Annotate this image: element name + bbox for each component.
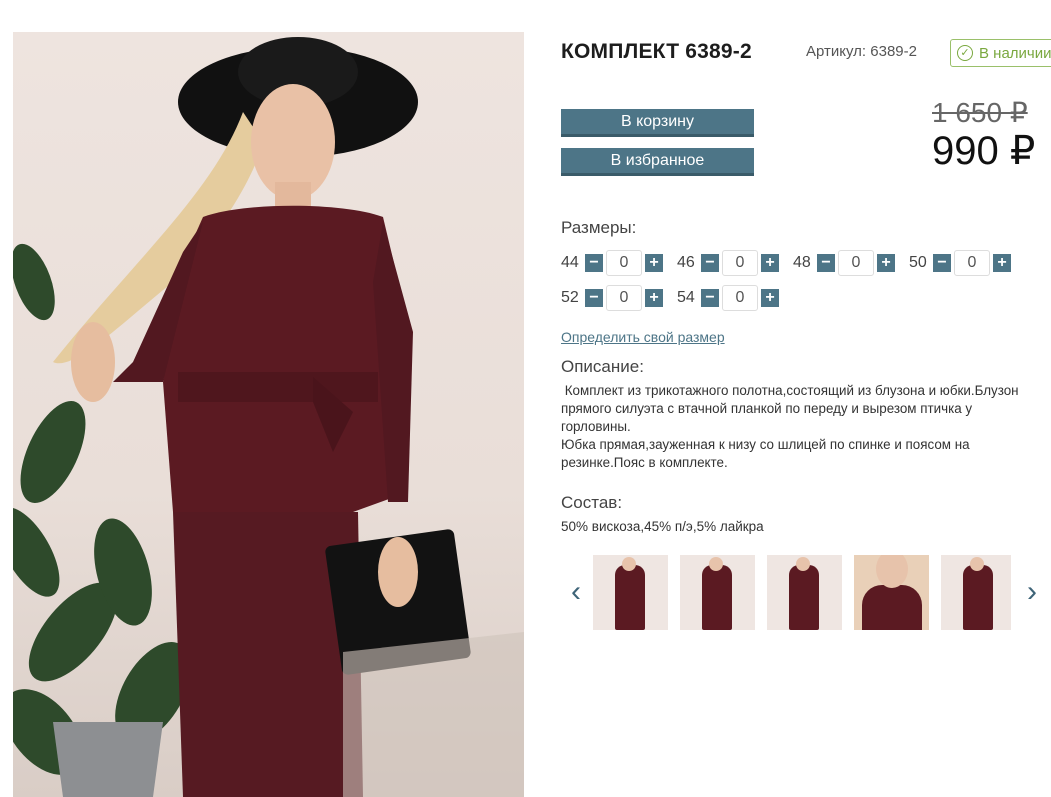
plus-icon[interactable]: + [761,254,779,272]
add-to-favorites-button[interactable]: В избранное [561,148,754,176]
product-title: КОМПЛЕКТ 6389-2 [561,40,752,63]
quantity-input-50[interactable] [954,250,990,276]
plus-icon[interactable]: + [877,254,895,272]
size-item-54: 54 − + [677,285,779,311]
minus-icon[interactable]: − [701,289,719,307]
chevron-left-icon[interactable]: ‹ [566,577,586,607]
composition-text: 50% вискоза,45% п/э,5% лайкра [561,519,764,534]
plus-icon[interactable]: + [645,289,663,307]
thumbnail-4[interactable] [854,555,929,630]
minus-icon[interactable]: − [817,254,835,272]
quantity-input-44[interactable] [606,250,642,276]
article-number: Артикул: 6389-2 [806,43,917,60]
minus-icon[interactable]: − [933,254,951,272]
thumbnail-gallery [593,555,1011,630]
thumbnail-1[interactable] [593,555,668,630]
check-circle-icon: ✓ [957,45,973,61]
plus-icon[interactable]: + [761,289,779,307]
size-value: 52 [561,289,579,306]
size-value: 46 [677,254,695,271]
size-row-1: 44 − + 46 − + 48 − + 50 − + [561,249,1025,277]
old-price: 1 650 ₽ [932,97,1028,128]
composition-label: Состав: [561,493,623,512]
minus-icon[interactable]: − [585,289,603,307]
main-product-photo[interactable] [13,32,524,797]
size-value: 44 [561,254,579,271]
description-text: Комплект из трикотажного полотна,состоящ… [561,383,1019,470]
plus-icon[interactable]: + [993,254,1011,272]
size-value: 50 [909,254,927,271]
quantity-input-54[interactable] [722,285,758,311]
thumbnail-5[interactable] [941,555,1011,630]
size-value: 54 [677,289,695,306]
quantity-input-48[interactable] [838,250,874,276]
quantity-input-46[interactable] [722,250,758,276]
stock-badge: ✓ В наличии [950,39,1051,67]
size-item-52: 52 − + [561,285,663,311]
find-size-link[interactable]: Определить свой размер [561,329,725,345]
minus-icon[interactable]: − [701,254,719,272]
thumbnail-3[interactable] [767,555,842,630]
thumbnail-2[interactable] [680,555,755,630]
current-price: 990 ₽ [932,129,1036,173]
description-label: Описание: [561,357,644,376]
size-item-44: 44 − + [561,250,663,276]
quantity-input-52[interactable] [606,285,642,311]
stock-label: В наличии [979,44,1051,62]
minus-icon[interactable]: − [585,254,603,272]
size-item-46: 46 − + [677,250,779,276]
size-row-2: 52 − + 54 − + [561,284,793,312]
chevron-right-icon[interactable]: › [1022,577,1042,607]
add-to-cart-button[interactable]: В корзину [561,109,754,137]
size-value: 48 [793,254,811,271]
model-illustration [13,37,524,797]
size-item-50: 50 − + [909,250,1011,276]
size-item-48: 48 − + [793,250,895,276]
plus-icon[interactable]: + [645,254,663,272]
sizes-label: Размеры: [561,218,637,237]
